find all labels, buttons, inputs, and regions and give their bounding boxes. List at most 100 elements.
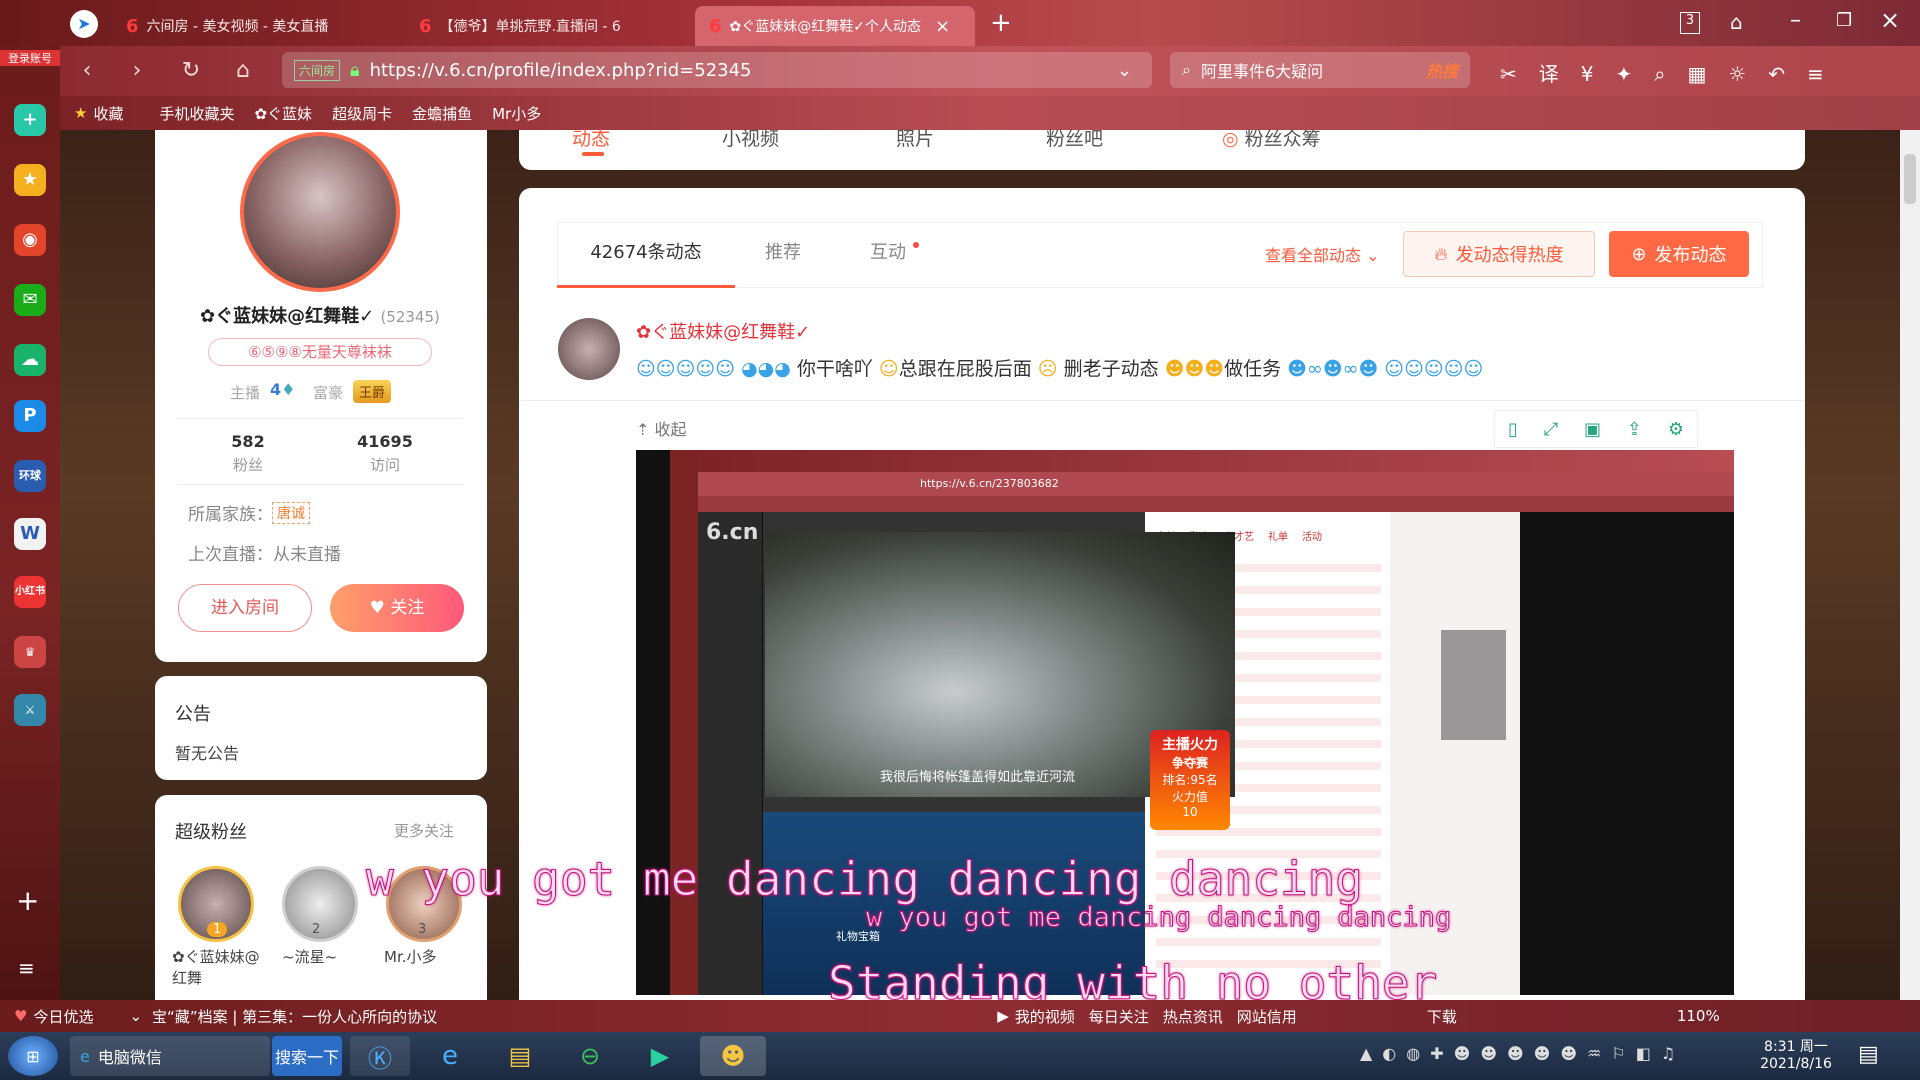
tab-recommend[interactable]: 推荐 [765,222,801,284]
fan-name[interactable]: ✿ぐ蓝妹妹@红舞 [172,946,262,988]
close-window-icon[interactable]: × [1880,6,1900,34]
share-icon[interactable]: ⇪ [1627,419,1642,440]
nav-fanbar[interactable]: 粉丝吧 [1046,124,1103,151]
url-text[interactable]: https://v.6.cn/profile/index.php?rid=523… [370,60,752,81]
more-follow-link[interactable]: 更多关注 [394,820,454,841]
tab-interact[interactable]: 互动 [870,222,906,284]
game-app-icon[interactable]: ☻ [700,1036,766,1076]
nav-dynamic[interactable]: 动态 [572,124,610,151]
tray-icons[interactable]: ▲◐◍✚☻☻☻☻☻♒⚐◧♫ [1360,1044,1685,1063]
back-icon[interactable]: ‹ [72,56,102,86]
new-tab-button[interactable]: + [990,8,1012,38]
doc-icon[interactable]: W [14,518,46,550]
start-button[interactable]: ⊞ [8,1036,58,1076]
daily-follow[interactable]: 每日关注 [1089,1006,1149,1027]
bookmark-item[interactable]: 金蟾捕鱼 [412,103,472,124]
tab-all-posts[interactable]: 42674条动态 [557,222,735,288]
notification-icon[interactable]: ▤ [1858,1042,1879,1067]
news-ticker[interactable]: 宝“藏”档案 | 第三集：一份人心所向的协议 [152,1006,437,1027]
bookmark-item[interactable]: 超级周卡 [332,103,392,124]
bookmark-item[interactable]: 手机收藏夹 [159,103,234,124]
crowdfund-icon: ◎ [1222,128,1239,150]
game3-icon[interactable]: ⚔ [14,694,46,726]
post-author-avatar[interactable] [558,318,620,380]
p-app-icon[interactable]: P [14,400,46,432]
address-bar[interactable]: 六间房 🔒︎ https://v.6.cn/profile/index.php?… [282,52,1152,88]
minimize-icon[interactable]: – [1790,8,1801,33]
post-author-name[interactable]: ✿ぐ蓝妹妹@红舞鞋✓ [636,318,810,344]
dropdown-icon[interactable]: ⌄ [1117,60,1132,81]
fans-count: 582 [231,432,265,451]
six-icon: 6 [709,15,722,37]
redbook-icon[interactable]: 小红书 [14,576,46,608]
nav-crowdfund[interactable]: ◎ 粉丝众筹 [1222,124,1321,151]
search-input[interactable]: ⌕ 阿里事件6大疑问 热搜 [1170,52,1470,88]
download-link[interactable]: 下载 [1427,1006,1457,1027]
folder-icon[interactable]: ▤ [490,1036,550,1076]
clock-date[interactable]: 2021/8/16 [1756,1056,1836,1072]
site-credit[interactable]: 网站信用 [1237,1006,1297,1027]
toolbar-icons[interactable]: ✂译¥✦⌕▦☼↶≡ [1500,58,1846,87]
browser-e-icon[interactable]: ⊖ [560,1036,620,1076]
k-app-icon[interactable]: Ⓚ [350,1036,410,1076]
notice-card [155,676,487,780]
hot-news[interactable]: 热点资讯 [1163,1006,1223,1027]
shirt-icon[interactable]: ⌂ [1730,10,1743,34]
login-label[interactable]: 登录账号 [0,50,60,66]
today-picks[interactable]: 今日优选 [33,1006,93,1027]
compass-icon[interactable]: ➤ [70,10,98,38]
arrow-up-icon: ⇡ [636,420,650,439]
cloud-icon[interactable]: ☁ [14,344,46,376]
scrollbar[interactable] [1900,130,1920,1020]
save-icon[interactable]: ▣ [1584,419,1601,440]
follow-button[interactable]: ♥ 关注 [330,584,464,632]
emoji-icon: ☻∞☻∞☻ ☺☺☺☺☺ [1281,358,1484,380]
game2-icon[interactable]: ♛ [14,636,46,668]
forward-icon[interactable]: › [122,56,152,86]
collapse-link[interactable]: ⇡ 收起 [636,416,687,440]
avatar[interactable] [240,132,400,292]
hot-search-badge[interactable]: 热搜 [1426,58,1458,82]
expand-icon[interactable]: ⤢ [1544,419,1558,440]
rich-badge: 王爵 [353,380,392,403]
clock-time[interactable]: 8:31 周一 [1756,1036,1836,1056]
fan-name[interactable]: Mr.小多 [384,946,437,967]
add-icon[interactable]: + [16,884,39,917]
fan-rank: 3 [418,922,427,937]
close-tab-icon[interactable]: × [935,16,950,37]
weibo-icon[interactable]: ◉ [14,224,46,256]
enter-room-button[interactable]: 进入房间 [178,584,312,632]
home-icon[interactable]: ⌂ [228,56,258,86]
visits-count: 41695 [357,432,413,451]
tab-count-badge[interactable]: 3 [1680,12,1700,34]
bookmark-item[interactable]: Mr小多 [492,103,541,124]
family-badge[interactable]: 唐诚 [272,502,310,524]
tab-1[interactable]: 6 六间房 - 美女视频 - 美女直播 [112,6,392,46]
reload-icon[interactable]: ↻ [176,56,206,86]
taskbar-search-button[interactable]: 搜索一下 [272,1036,342,1076]
tab-2[interactable]: 6 【德爷】单挑荒野.直播间 - 6 [405,6,685,46]
zoom-level[interactable]: 110% [1677,1007,1720,1025]
bookmark-item[interactable]: 收藏 [93,103,123,124]
game-icon[interactable]: 环球 [14,460,46,492]
tab-3[interactable]: 6 ✿ぐ蓝妹妹@红舞鞋✓个人动态 × [695,6,975,46]
my-videos[interactable]: 我的视频 [1015,1006,1075,1027]
mail-icon[interactable]: ✉ [14,284,46,316]
settings-icon[interactable]: ⚙ [1668,419,1684,440]
sidebar-app-icon[interactable]: + [14,104,46,136]
taskbar-app-wechat[interactable]: e 电脑微信 [70,1036,270,1076]
nav-photos[interactable]: 照片 [896,124,934,151]
fan-name[interactable]: ~流星~ [282,946,337,967]
view-all-dropdown[interactable]: 查看全部动态 ⌄ [1265,242,1380,266]
maximize-icon[interactable]: ❐ [1836,10,1852,31]
embed-arrow-next [1441,630,1506,740]
post-button[interactable]: ⊕ 发布动态 [1609,231,1749,277]
bookmark-item[interactable]: ✿ぐ蓝妹 [254,103,312,124]
player-icon[interactable]: ▶ [630,1036,690,1076]
star-icon[interactable]: ★ [14,164,46,196]
nav-videos[interactable]: 小视频 [722,124,779,151]
ie-browser-icon[interactable]: e [420,1036,480,1076]
menu-icon[interactable]: ≡ [18,956,35,980]
heat-button[interactable]: 🔥︎ 发动态得热度 [1403,231,1595,277]
phone-icon[interactable]: ▯ [1508,419,1518,440]
